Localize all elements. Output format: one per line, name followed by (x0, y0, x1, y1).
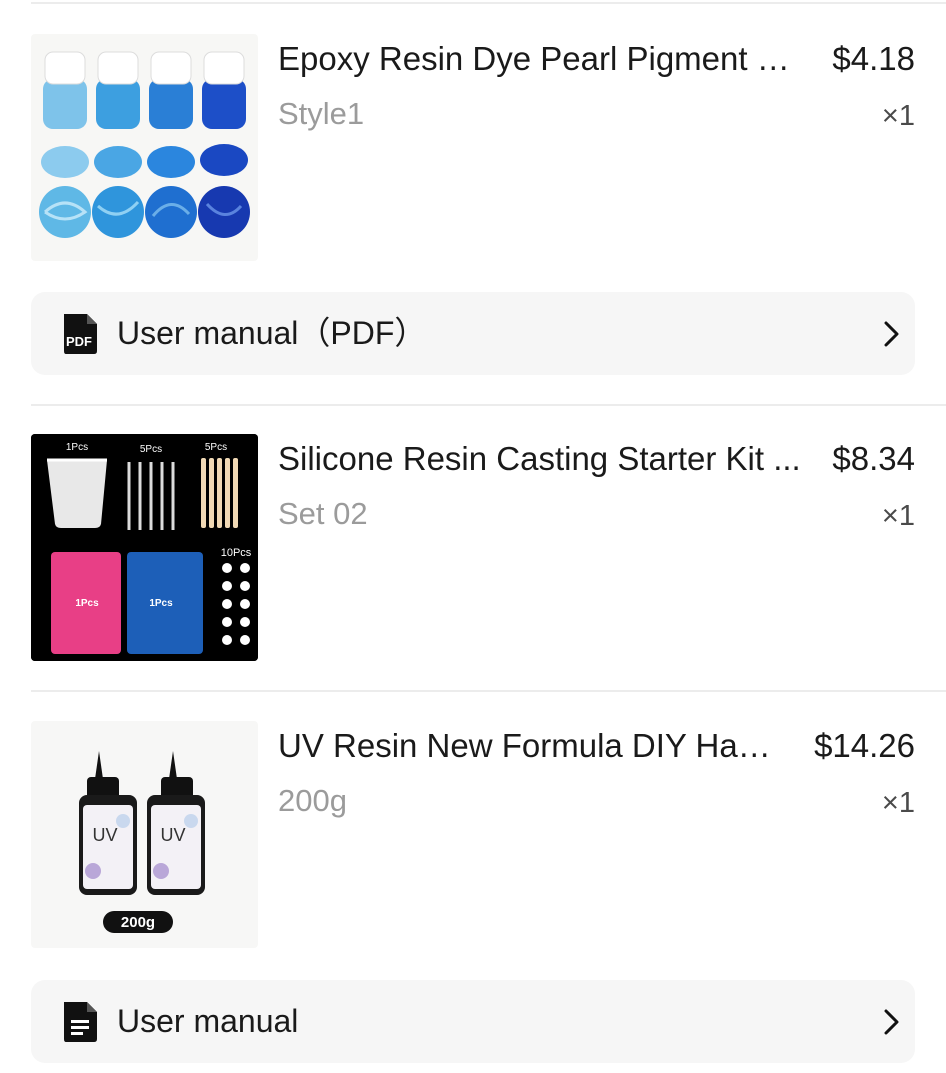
cart-item-1[interactable]: Epoxy Resin Dye Pearl Pigment S... $4.18… (0, 34, 946, 266)
product-quantity-1: ×1 (881, 100, 915, 132)
user-manual-pdf-row[interactable]: PDF User manual（PDF） (31, 292, 915, 375)
product-price-1: $4.18 (832, 40, 915, 77)
chevron-right-icon (884, 1009, 899, 1035)
user-manual-row[interactable]: User manual (31, 980, 915, 1063)
svg-text:1Pcs: 1Pcs (75, 598, 99, 609)
svg-text:UV: UV (92, 825, 117, 845)
product-quantity-3: ×1 (881, 787, 915, 819)
document-icon (64, 1002, 97, 1042)
product-price-3: $14.26 (814, 727, 915, 764)
product-title-2[interactable]: Silicone Resin Casting Starter Kit ... (278, 439, 803, 479)
product-image-3[interactable]: UV UV 200g (31, 721, 258, 948)
svg-text:UV: UV (160, 825, 185, 845)
svg-text:5Pcs: 5Pcs (140, 444, 162, 455)
item-divider-2 (31, 690, 946, 692)
blue-pigment-jars-image (39, 51, 250, 238)
cart-item-2[interactable]: 1Pcs 5Pcs 5Pcs 1Pcs 1Pcs 10Pcs Silicone … (0, 434, 946, 666)
svg-text:1Pcs: 1Pcs (149, 598, 173, 609)
pdf-file-icon: PDF (64, 314, 97, 354)
item-divider-1 (31, 404, 946, 406)
product-title-1[interactable]: Epoxy Resin Dye Pearl Pigment S... (278, 39, 803, 79)
svg-text:10Pcs: 10Pcs (221, 547, 252, 559)
user-manual-label: User manual (117, 1003, 299, 1039)
top-divider (31, 2, 946, 4)
svg-text:PDF: PDF (66, 334, 92, 349)
svg-text:1Pcs: 1Pcs (66, 442, 88, 453)
product-variant-2: Set 02 (278, 496, 368, 531)
product-variant-3: 200g (278, 783, 347, 818)
svg-text:200g: 200g (121, 914, 155, 931)
svg-text:5Pcs: 5Pcs (205, 442, 227, 453)
uv-resin-bottles-image: UV UV 200g (79, 751, 205, 933)
chevron-right-icon (884, 321, 899, 347)
product-variant-1: Style1 (278, 96, 365, 131)
product-title-3[interactable]: UV Resin New Formula DIY Han... (278, 726, 783, 766)
cart-item-3[interactable]: UV UV 200g UV Resin New Formula DIY Han.… (0, 721, 946, 953)
product-image-1[interactable] (31, 34, 258, 261)
silicone-kit-image: 1Pcs 5Pcs 5Pcs 1Pcs 1Pcs 10Pcs (31, 434, 258, 661)
product-price-2: $8.34 (832, 440, 915, 477)
product-image-2[interactable]: 1Pcs 5Pcs 5Pcs 1Pcs 1Pcs 10Pcs (31, 434, 258, 661)
product-quantity-2: ×1 (881, 500, 915, 532)
user-manual-pdf-label: User manual（PDF） (117, 315, 427, 351)
